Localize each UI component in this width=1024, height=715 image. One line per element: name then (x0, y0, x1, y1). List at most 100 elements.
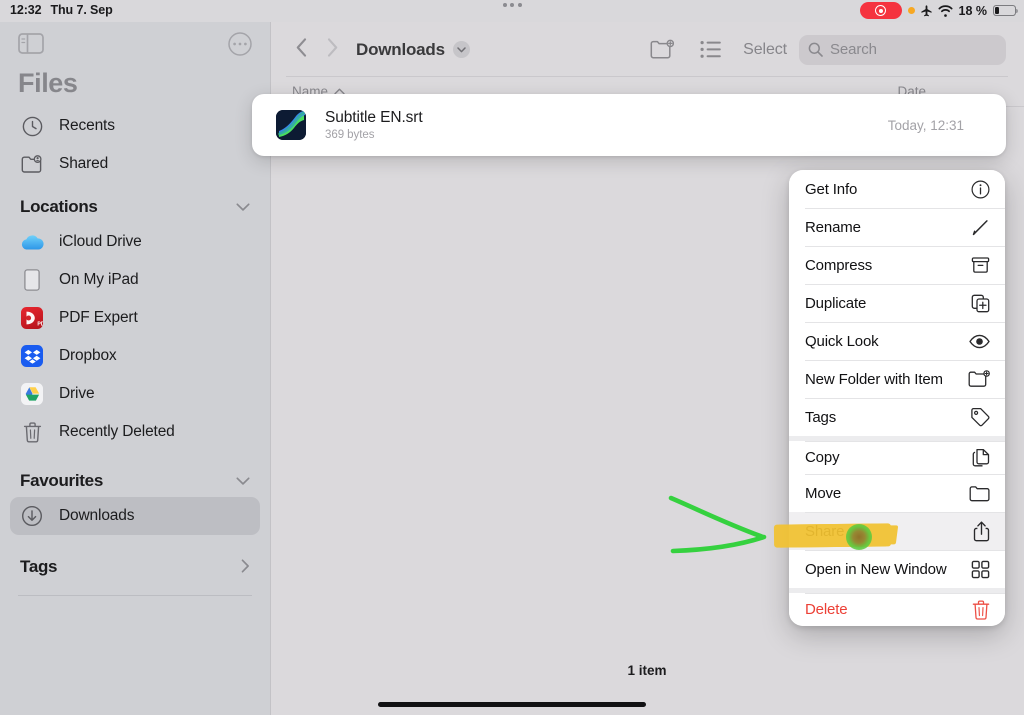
sidebar-item-pdf-expert[interactable]: PD PDF Expert (10, 299, 260, 337)
content-toolbar: Downloads Select Search (270, 22, 1024, 77)
back-button[interactable] (286, 37, 317, 63)
menu-item-compress[interactable]: Compress (789, 246, 1005, 284)
menu-item-label: Rename (805, 218, 861, 236)
icloud-drive-icon (20, 230, 44, 254)
ellipsis-circle-icon[interactable] (228, 31, 252, 61)
breadcrumb-label: Downloads (356, 39, 445, 59)
sidebar: Files Recents Shared Locations iCloud Dr… (0, 22, 270, 715)
sidebar-item-drive[interactable]: Drive (10, 375, 260, 413)
sidebar-item-label: PDF Expert (59, 309, 138, 326)
menu-item-tags[interactable]: Tags (789, 398, 1005, 436)
sidebar-item-label: Shared (59, 155, 109, 172)
multitasking-dots-icon[interactable] (502, 3, 522, 7)
duplicate-icon (971, 294, 990, 313)
sidebar-item-downloads[interactable]: Downloads (10, 497, 260, 535)
battery-low-icon (993, 4, 1019, 17)
sidebar-section-favourites-header[interactable]: Favourites (0, 451, 270, 497)
file-size: 369 bytes (325, 129, 375, 141)
sidebar-item-recently-deleted[interactable]: Recently Deleted (10, 413, 260, 451)
menu-item-get-info[interactable]: Get Info (789, 170, 1005, 208)
sidebar-item-on-my-ipad[interactable]: On My iPad (10, 261, 260, 299)
sidebar-toggle-icon[interactable] (18, 33, 44, 59)
sidebar-item-label: Recently Deleted (59, 423, 175, 440)
tap-target-dot-icon (846, 524, 872, 550)
sidebar-item-label: Downloads (59, 507, 135, 524)
menu-item-move[interactable]: Move (789, 474, 1005, 512)
new-window-icon (971, 560, 990, 579)
clock-icon (20, 114, 44, 138)
sidebar-toolbar (0, 22, 270, 62)
copy-icon (971, 448, 990, 467)
new-folder-button[interactable] (637, 39, 687, 60)
select-button[interactable]: Select (735, 41, 799, 59)
tag-icon (970, 407, 990, 427)
menu-item-label: New Folder with Item (805, 370, 943, 388)
menu-item-label: Get Info (805, 180, 858, 198)
menu-item-label: Duplicate (805, 294, 867, 312)
sidebar-section-locations-header[interactable]: Locations (0, 183, 270, 223)
menu-item-label: Copy (805, 449, 840, 466)
section-title: Tags (20, 557, 58, 576)
sidebar-item-recents[interactable]: Recents (10, 107, 260, 145)
sidebar-divider (18, 595, 252, 596)
archive-box-icon (971, 256, 990, 274)
pencil-icon (971, 218, 990, 237)
menu-item-label: Delete (805, 601, 848, 618)
chevron-down-icon[interactable] (236, 200, 250, 215)
menu-item-quick-look[interactable]: Quick Look (789, 322, 1005, 360)
sidebar-section-tags-header[interactable]: Tags (0, 535, 270, 583)
ipad-icon (20, 268, 44, 292)
sidebar-item-dropbox[interactable]: Dropbox (10, 337, 260, 375)
info-circle-icon (971, 180, 990, 199)
airplane-mode-icon (920, 4, 932, 16)
menu-item-label: Open in New Window (805, 560, 947, 578)
google-drive-app-icon (20, 382, 44, 406)
menu-item-copy[interactable]: Copy (789, 436, 1005, 474)
context-menu: Get Info Rename Compress Duplicate Quick… (789, 170, 1005, 626)
file-name: Subtitle EN.srt (325, 109, 423, 126)
download-circle-icon (20, 504, 44, 528)
menu-item-rename[interactable]: Rename (789, 208, 1005, 246)
orange-privacy-dot-icon (907, 7, 915, 14)
file-date: Today, 12:31 (887, 117, 964, 133)
menu-item-label: Quick Look (805, 332, 879, 350)
share-icon (973, 521, 990, 542)
sidebar-item-label: iCloud Drive (59, 233, 142, 250)
item-count-label: 1 item (627, 663, 667, 678)
menu-item-duplicate[interactable]: Duplicate (789, 284, 1005, 322)
trash-icon (20, 420, 44, 444)
chevron-down-icon[interactable] (452, 41, 470, 58)
list-view-icon[interactable] (687, 40, 735, 59)
eye-icon (969, 334, 990, 349)
sidebar-item-label: Recents (59, 117, 115, 134)
menu-item-new-folder-with-item[interactable]: New Folder with Item (789, 360, 1005, 398)
chevron-right-icon[interactable] (241, 558, 250, 576)
subtitle-file-icon (276, 110, 306, 140)
menu-item-label: Tags (805, 408, 837, 426)
ipad-files-app-screen: 12:32 Thu 7. Sep 18 % Files Recents Shar… (0, 0, 1024, 715)
battery-percent-label: 18 % (958, 3, 988, 18)
menu-item-delete[interactable]: Delete (789, 588, 1005, 626)
search-field[interactable]: Search (799, 34, 1006, 65)
menu-item-open-in-new-window[interactable]: Open in New Window (789, 550, 1005, 588)
screen-recording-pill-icon[interactable] (859, 2, 902, 19)
hand-drawn-arrow-icon (668, 495, 767, 554)
sidebar-item-icloud-drive[interactable]: iCloud Drive (10, 223, 260, 261)
trash-icon (972, 599, 990, 620)
folder-icon (969, 485, 990, 502)
highlighter-marker-annotation (776, 523, 892, 548)
shared-folder-icon (20, 152, 44, 176)
section-title: Favourites (20, 471, 103, 490)
section-title: Locations (20, 197, 98, 216)
app-title: Files (18, 68, 78, 98)
file-meta: Subtitle EN.srt 369 bytes (325, 109, 423, 141)
selected-file-card[interactable]: Subtitle EN.srt 369 bytes Today, 12:31 (252, 94, 1006, 156)
home-indicator[interactable] (378, 702, 646, 707)
sidebar-item-shared[interactable]: Shared (10, 145, 260, 183)
chevron-down-icon[interactable] (236, 474, 250, 489)
forward-button[interactable] (317, 37, 348, 63)
menu-item-label: Move (805, 484, 842, 502)
sidebar-item-label: Dropbox (59, 347, 117, 364)
breadcrumb[interactable]: Downloads (356, 40, 470, 60)
pdf-expert-app-icon: PD (20, 306, 44, 330)
